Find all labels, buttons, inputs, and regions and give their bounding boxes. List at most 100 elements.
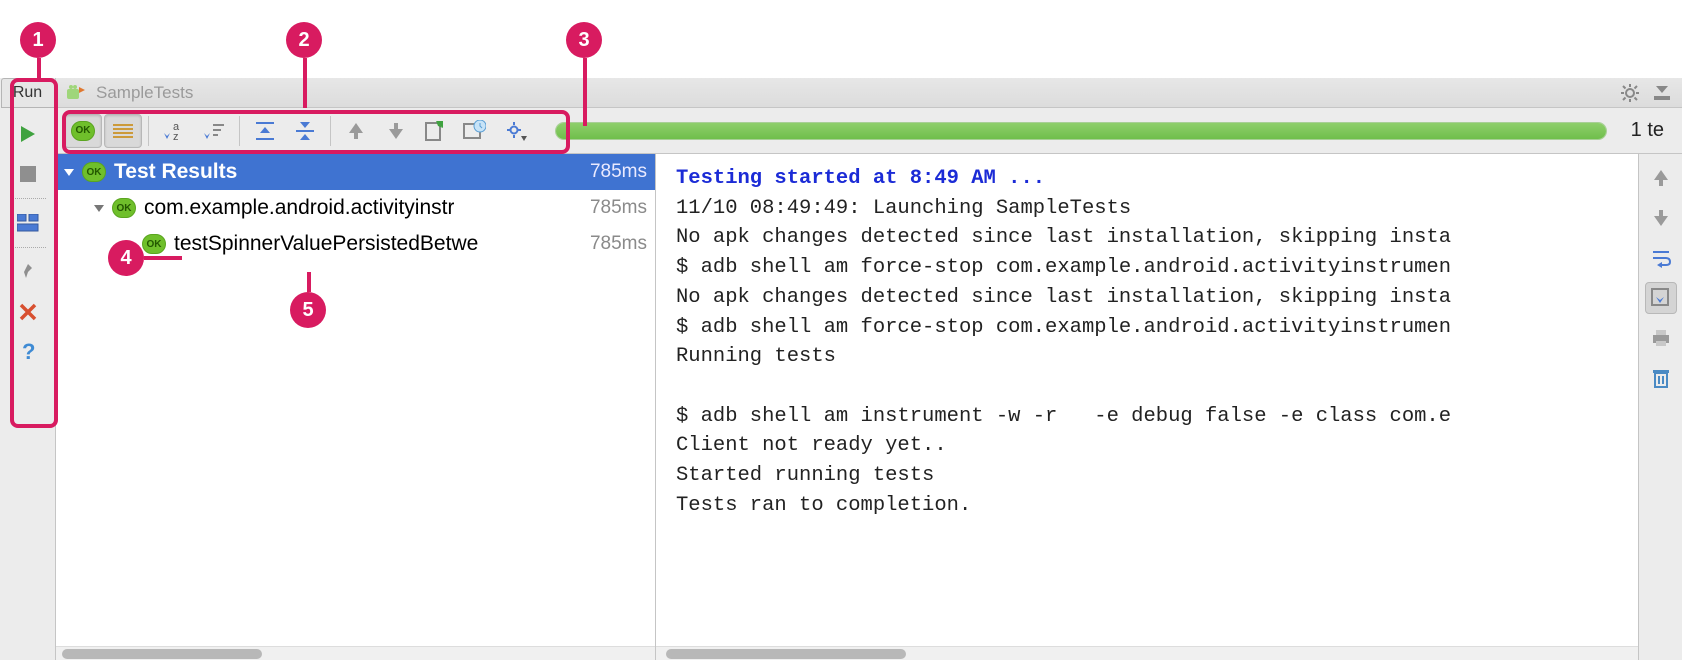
panel-titlebar: SampleTests xyxy=(56,78,1682,108)
callout-4-label: 4 xyxy=(120,247,131,270)
expand-arrow-icon[interactable] xyxy=(62,165,82,179)
stop-button[interactable] xyxy=(12,158,44,190)
expand-all-button[interactable] xyxy=(246,114,284,148)
scroll-end-icon xyxy=(1650,287,1672,309)
callout-2: 2 xyxy=(286,22,322,58)
collapse-all-button[interactable] xyxy=(286,114,324,148)
left-run-toolbar: Run ? xyxy=(0,78,56,660)
arrow-down-icon xyxy=(1652,208,1670,228)
android-test-icon xyxy=(64,81,88,105)
clear-all-button[interactable] xyxy=(1645,362,1677,394)
callout-4: 4 xyxy=(108,240,144,276)
stop-icon xyxy=(19,165,37,183)
callout-4-line xyxy=(144,256,182,260)
tree-root-row[interactable]: OK Test Results 785ms xyxy=(56,154,655,190)
run-panel: SampleTests OK az xyxy=(56,78,1682,660)
tree-horizontal-scrollbar[interactable] xyxy=(56,646,655,660)
ok-icon: OK xyxy=(71,121,95,141)
filter-group: OK xyxy=(64,114,142,148)
svg-text:z: z xyxy=(173,131,179,142)
console-output[interactable]: Testing started at 8:49 AM ... 11/10 08:… xyxy=(656,154,1638,660)
gear-small-icon xyxy=(505,120,527,142)
tree-row-time: 785ms xyxy=(580,233,647,255)
gear-icon xyxy=(1620,83,1640,103)
tree-row-time: 785ms xyxy=(580,161,647,183)
hide-icon xyxy=(1652,83,1672,103)
next-failed-button[interactable] xyxy=(377,114,415,148)
test-tree[interactable]: OK Test Results 785ms OK com.example.and… xyxy=(56,154,655,646)
panel-title: SampleTests xyxy=(96,83,193,103)
svg-text:?: ? xyxy=(22,340,35,364)
ok-icon: OK xyxy=(142,234,166,254)
console-line-highlight: Testing started at 8:49 AM ... xyxy=(676,167,1045,190)
show-passed-toggle[interactable]: OK xyxy=(64,114,102,148)
separator xyxy=(148,116,149,146)
callout-5-label: 5 xyxy=(302,299,313,322)
ok-icon: OK xyxy=(82,162,106,182)
run-tab-label: Run xyxy=(13,84,42,102)
console-body: 11/10 08:49:49: Launching SampleTests No… xyxy=(676,197,1451,517)
callout-3-line xyxy=(583,58,587,126)
separator xyxy=(239,116,240,146)
close-button[interactable] xyxy=(12,296,44,328)
import-history-icon xyxy=(462,120,486,142)
callout-5: 5 xyxy=(290,292,326,328)
question-icon: ? xyxy=(19,340,37,364)
printer-icon xyxy=(1650,328,1672,348)
import-results-button[interactable] xyxy=(455,114,493,148)
sort-duration-icon xyxy=(202,120,226,142)
hide-panel-button[interactable] xyxy=(1650,81,1674,105)
show-ignored-toggle[interactable] xyxy=(104,114,142,148)
play-icon xyxy=(18,124,38,144)
help-button[interactable]: ? xyxy=(12,336,44,368)
pin-icon xyxy=(18,262,38,282)
tree-package-row[interactable]: OK com.example.android.activityinstr 785… xyxy=(56,190,655,226)
arrow-up-icon xyxy=(1652,168,1670,188)
pin-button[interactable] xyxy=(12,256,44,288)
test-options-button[interactable] xyxy=(497,114,535,148)
sort-alpha-icon: az xyxy=(162,120,186,142)
run-tab[interactable]: Run xyxy=(1,78,55,108)
separator xyxy=(10,247,46,248)
arrow-down-icon xyxy=(387,121,405,141)
console-up-button[interactable] xyxy=(1645,162,1677,194)
settings-gear-button[interactable] xyxy=(1618,81,1642,105)
layout-button[interactable] xyxy=(12,207,44,239)
tree-row-time: 785ms xyxy=(580,197,647,219)
console-horizontal-scrollbar[interactable] xyxy=(656,646,1638,660)
print-button[interactable] xyxy=(1645,322,1677,354)
export-icon xyxy=(423,120,445,142)
callout-1-label: 1 xyxy=(32,29,43,52)
tree-row-label: Test Results xyxy=(114,160,237,184)
expand-arrow-icon[interactable] xyxy=(92,201,112,215)
test-progress-bar xyxy=(555,122,1607,140)
close-x-icon xyxy=(19,303,37,321)
test-progress-fill xyxy=(556,123,1606,139)
separator xyxy=(330,116,331,146)
tree-row-label: com.example.android.activityinstr xyxy=(144,196,454,220)
scrollbar-thumb[interactable] xyxy=(62,649,262,659)
prev-failed-button[interactable] xyxy=(337,114,375,148)
callout-1-line xyxy=(37,58,41,78)
collapse-all-icon xyxy=(294,120,316,142)
callout-2-label: 2 xyxy=(298,29,309,52)
layout-icon xyxy=(17,214,39,232)
console-down-button[interactable] xyxy=(1645,202,1677,234)
sort-duration-button[interactable] xyxy=(195,114,233,148)
expand-all-icon xyxy=(254,120,276,142)
test-count-text: 1 te xyxy=(1627,119,1674,142)
export-results-button[interactable] xyxy=(415,114,453,148)
rerun-button[interactable] xyxy=(12,118,44,150)
arrow-up-icon xyxy=(347,121,365,141)
trash-icon xyxy=(1651,367,1671,389)
soft-wrap-button[interactable] xyxy=(1645,242,1677,274)
console-pane: Testing started at 8:49 AM ... 11/10 08:… xyxy=(656,154,1682,660)
scrollbar-thumb[interactable] xyxy=(666,649,906,659)
lines-icon xyxy=(111,121,135,141)
soft-wrap-icon xyxy=(1650,248,1672,268)
callout-1: 1 xyxy=(20,22,56,58)
scroll-to-end-button[interactable] xyxy=(1645,282,1677,314)
callout-2-line xyxy=(303,58,307,108)
ok-icon: OK xyxy=(112,198,136,218)
sort-alpha-button[interactable]: az xyxy=(155,114,193,148)
